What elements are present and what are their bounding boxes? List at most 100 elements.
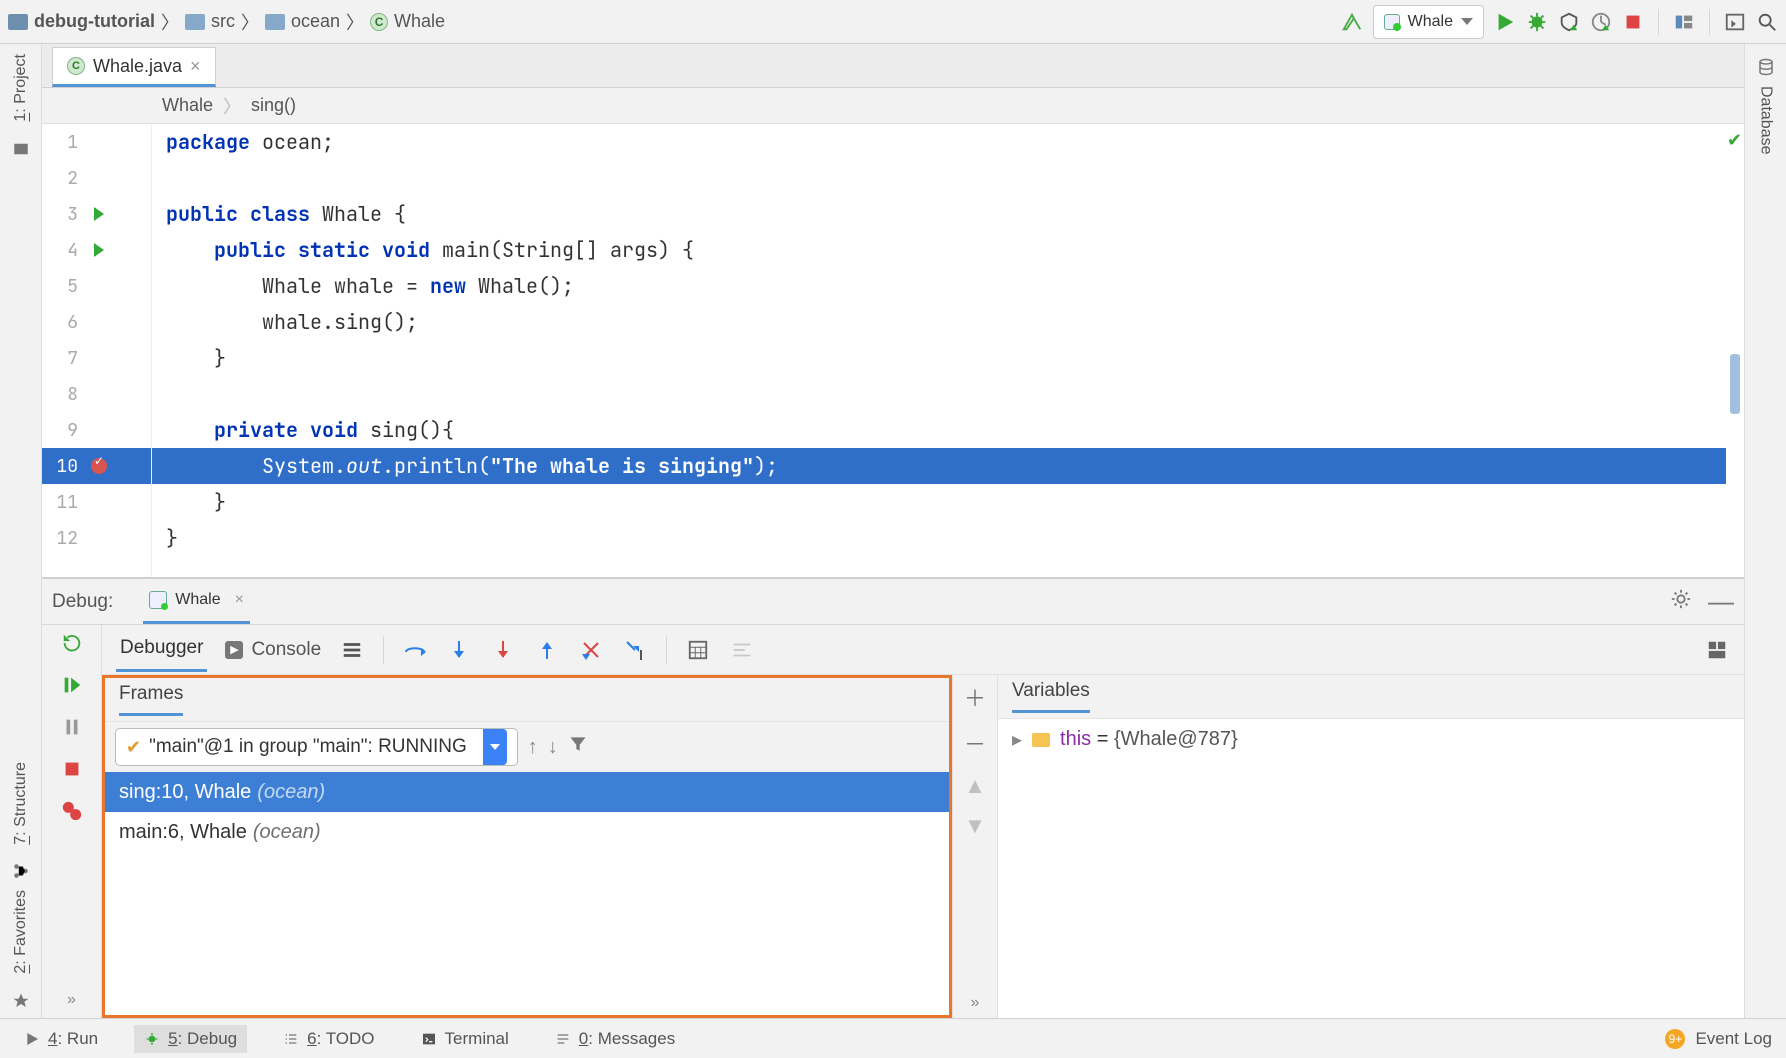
separator [1709, 9, 1710, 35]
build-icon[interactable] [1341, 11, 1363, 33]
profile-button[interactable] [1590, 11, 1612, 33]
todo-tool-button[interactable]: 6: TODO [273, 1025, 384, 1053]
messages-tool-button[interactable]: 0: Messages [545, 1025, 685, 1053]
filter-icon[interactable] [568, 734, 588, 760]
editor-tab-whale[interactable]: C Whale.java × [52, 47, 216, 87]
evaluate-expression-button[interactable] [685, 637, 711, 663]
run-config-icon [149, 591, 167, 609]
bug-icon [144, 1031, 160, 1047]
layout-settings-button[interactable] [1704, 637, 1730, 663]
more-icon[interactable]: » [60, 988, 84, 1012]
coverage-button[interactable] [1558, 11, 1580, 33]
rerun-button[interactable] [60, 631, 84, 655]
close-icon[interactable]: × [235, 591, 244, 609]
run-anything-button[interactable] [1724, 11, 1746, 33]
debugger-tab[interactable]: Debugger [116, 627, 207, 672]
run-tool-button[interactable]: 4: Run [14, 1025, 108, 1053]
run-button[interactable] [1494, 11, 1516, 33]
debug-session-tab[interactable]: Whale × [143, 579, 250, 624]
step-over-button[interactable] [402, 637, 428, 663]
variables-list[interactable]: ▸ this = {Whale@787} [998, 719, 1744, 1018]
stop-button[interactable] [60, 757, 84, 781]
view-breakpoints-button[interactable] [60, 799, 84, 823]
favorites-tool-label: 2: Favorites [12, 890, 30, 974]
project-structure-button[interactable] [1673, 11, 1695, 33]
threads-icon[interactable] [339, 637, 365, 663]
todo-tool-label: 6: TODO [307, 1029, 374, 1049]
thread-selector[interactable]: ✔ "main"@1 in group "main": RUNNING [115, 728, 518, 766]
add-watch-button[interactable]: ＋ [964, 681, 986, 713]
variables-rail: ＋ － ▲ ▼ » [952, 675, 998, 1018]
step-into-button[interactable] [446, 637, 472, 663]
package-icon [265, 14, 285, 30]
thread-selector-row: ✔ "main"@1 in group "main": RUNNING ↑ ↓ [105, 722, 949, 772]
structure-tool-tab[interactable]: 7: Structure [8, 752, 34, 855]
run-config-selector[interactable]: Whale [1373, 5, 1484, 39]
debug-button[interactable] [1526, 11, 1548, 33]
separator [666, 636, 667, 664]
check-icon: ✔ [126, 737, 141, 758]
navigation-bar: debug-tutorial 〉 src 〉 ocean 〉 C Whale W… [0, 0, 1786, 44]
editor-right-margin: ✔ [1726, 124, 1744, 577]
remove-watch-button[interactable]: － [964, 727, 986, 759]
terminal-tool-button[interactable]: Terminal [411, 1025, 519, 1053]
console-tab[interactable]: ▶Console [225, 639, 321, 661]
run-config-icon [1384, 14, 1400, 30]
object-icon [1032, 733, 1050, 747]
crumb-ocean[interactable]: ocean [265, 11, 340, 32]
inspection-ok-icon: ✔ [1727, 130, 1742, 151]
chevron-down-icon [490, 744, 500, 750]
debug-header: Debug: Whale × — [42, 579, 1744, 625]
class-icon: C [67, 57, 85, 75]
project-tool-tab[interactable]: 1: Project [8, 44, 34, 132]
code-editor[interactable]: 123456789101112 package ocean;public cla… [42, 124, 1744, 578]
frames-title-label: Frames [119, 683, 183, 716]
variables-title-label: Variables [1012, 680, 1090, 713]
editor-code-area[interactable]: package ocean;public class Whale { publi… [152, 124, 1726, 577]
crumb-src[interactable]: src [185, 11, 235, 32]
project-icon [12, 140, 30, 158]
favorites-tool-tab[interactable]: 2: Favorites [8, 880, 34, 984]
editor-gutter[interactable]: 123456789101112 [42, 124, 152, 577]
event-log-button[interactable]: Event Log [1695, 1029, 1772, 1049]
debug-left-rail: » [42, 625, 102, 1018]
breadcrumb-method[interactable]: sing() [251, 95, 296, 116]
debug-session-label: Whale [175, 591, 220, 609]
drop-frame-button[interactable] [578, 637, 604, 663]
gear-icon[interactable] [1670, 588, 1692, 615]
frame-item[interactable]: main:6, Whale(ocean) [105, 812, 949, 852]
close-icon[interactable]: × [190, 56, 201, 77]
debug-tool-button[interactable]: 5: Debug [134, 1025, 247, 1053]
prev-frame-button[interactable]: ↑ [528, 736, 538, 759]
database-tool-tab[interactable]: Database [1753, 76, 1779, 165]
breadcrumb-class[interactable]: Whale [162, 95, 213, 116]
more-icon[interactable]: » [971, 994, 980, 1018]
frame-item[interactable]: sing:10, Whale(ocean) [105, 772, 949, 812]
variable-value: {Whale@787} [1114, 728, 1238, 750]
frames-list[interactable]: sing:10, Whale(ocean)main:6, Whale(ocean… [105, 772, 949, 1015]
step-out-button[interactable] [534, 637, 560, 663]
project-icon [8, 14, 28, 30]
variable-name: this [1060, 728, 1091, 750]
next-frame-button[interactable]: ↓ [548, 736, 558, 759]
frames-title: Frames [105, 678, 949, 722]
crumb-project[interactable]: debug-tutorial [8, 11, 155, 32]
watch-down-button[interactable]: ▼ [964, 813, 986, 839]
variable-row[interactable]: ▸ this = {Whale@787} [1012, 727, 1730, 752]
expand-icon[interactable]: ▸ [1012, 727, 1022, 752]
stop-button[interactable] [1622, 11, 1644, 33]
search-everywhere-button[interactable] [1756, 11, 1778, 33]
minimize-icon[interactable]: — [1708, 586, 1734, 617]
force-step-into-button[interactable] [490, 637, 516, 663]
pause-button[interactable] [60, 715, 84, 739]
dropdown-button[interactable] [483, 729, 507, 765]
crumb-whale[interactable]: C Whale [370, 11, 445, 32]
notification-badge[interactable]: 9+ [1665, 1029, 1685, 1049]
class-icon: C [370, 13, 388, 31]
run-to-cursor-button[interactable] [622, 637, 648, 663]
right-tool-strip: Database [1744, 44, 1786, 1018]
watch-up-button[interactable]: ▲ [964, 773, 986, 799]
resume-button[interactable] [60, 673, 84, 697]
run-tool-label: 4: Run [48, 1029, 98, 1049]
trace-current-stream-button[interactable] [729, 637, 755, 663]
